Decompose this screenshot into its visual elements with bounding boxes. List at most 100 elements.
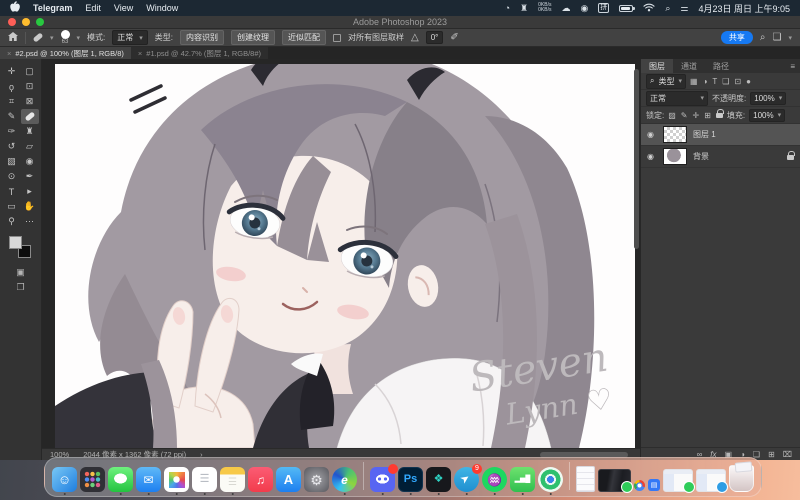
foreground-color-swatch[interactable] <box>9 236 22 249</box>
filter-pin-icon[interactable]: ● <box>746 77 751 86</box>
record-icon[interactable]: ◉ <box>580 3 588 14</box>
menu-app-name[interactable]: Telegram <box>33 3 72 13</box>
fill-dropdown[interactable]: 100% ▾ <box>749 109 785 122</box>
brush-picker-chevron-icon[interactable]: ▾ <box>77 34 81 42</box>
blend-mode-dropdown[interactable]: 正常 ▾ <box>646 91 708 106</box>
lock-transparency-icon[interactable]: ▨ <box>668 111 676 120</box>
dock-finder[interactable]: ☺ <box>52 467 77 492</box>
quick-mask-icon[interactable]: ▣ <box>16 267 25 278</box>
layer-row-layer1[interactable]: ◉ 图层 1 <box>641 124 800 146</box>
layer-thumbnail[interactable] <box>663 126 687 143</box>
battery-icon[interactable] <box>619 5 633 12</box>
move-tool[interactable]: ✛ <box>3 64 21 79</box>
dock-launchpad[interactable] <box>80 467 105 492</box>
tab-paths[interactable]: 路径 <box>705 59 737 73</box>
shape-tool[interactable]: ▭ <box>3 199 21 214</box>
mode-dropdown[interactable]: 正常 ▾ <box>112 30 148 45</box>
filter-kind-dropdown[interactable]: ⌕ 类型 ▾ <box>646 74 686 89</box>
lock-move-icon[interactable]: ✛ <box>693 111 700 120</box>
panel-menu-icon[interactable]: ≡ <box>790 59 800 73</box>
canvas-area[interactable]: Steven Lynn ♡ <box>42 59 640 448</box>
dock-green-circle-app[interactable] <box>538 467 563 492</box>
object-selection-tool[interactable]: ⊡ <box>21 79 39 94</box>
dock-blue-mini[interactable]: ▤ <box>648 479 660 492</box>
network-speed-indicator[interactable]: 0KB/s 0KB/s <box>538 3 551 13</box>
delete-layer-icon[interactable]: ⌧ <box>783 450 792 459</box>
tool-preset-chevron-icon[interactable]: ▾ <box>50 34 54 42</box>
filter-shape-layers-icon[interactable]: ❑ <box>722 77 729 86</box>
lock-artboard-icon[interactable]: ⊞ <box>704 111 711 120</box>
dock-app-store[interactable]: A <box>276 467 301 492</box>
home-icon[interactable] <box>8 32 18 44</box>
lock-all-icon[interactable] <box>716 110 723 120</box>
gradient-tool[interactable]: ▧ <box>3 154 21 169</box>
dock-discord[interactable] <box>370 467 395 492</box>
eraser-tool[interactable]: ▱ <box>21 139 39 154</box>
pen-tool[interactable]: ✒ <box>21 169 39 184</box>
path-selection-tool[interactable]: ▸ <box>21 184 39 199</box>
document-tab-inactive[interactable]: × #1.psd @ 42.7% (图层 1, RGB/8#) <box>131 47 268 59</box>
dock-trash[interactable] <box>729 465 754 492</box>
crop-tool[interactable]: ⌗ <box>3 94 21 109</box>
lasso-tool[interactable]: ϙ <box>3 79 21 94</box>
layer-name[interactable]: 背景 <box>693 151 709 162</box>
layer-row-background[interactable]: ◉ 背景 <box>641 146 800 168</box>
content-aware-button[interactable]: 内容识别 <box>180 30 224 45</box>
spot-healing-brush-tool[interactable] <box>21 109 39 124</box>
vertical-scrollbar[interactable] <box>634 69 639 249</box>
layer-name[interactable]: 图层 1 <box>693 129 716 140</box>
brush-size-preview[interactable]: 63 <box>61 30 70 45</box>
menu-window[interactable]: Window <box>146 3 178 13</box>
dock-chrome-mini[interactable] <box>634 480 645 492</box>
angle-input[interactable]: 0° <box>426 31 444 44</box>
search-icon[interactable]: ⌕ <box>760 32 766 43</box>
filter-smart-objects-icon[interactable]: ⊡ <box>734 77 741 86</box>
tab-close-icon[interactable]: × <box>7 49 11 58</box>
document-tab-active[interactable]: × #2.psd @ 100% (图层 1, RGB/8) <box>0 47 131 59</box>
dock-image-preview[interactable] <box>598 469 631 492</box>
dock-dark-teal-app[interactable]: ❖ <box>426 467 451 492</box>
frame-tool[interactable]: ⊠ <box>21 94 39 109</box>
opacity-dropdown[interactable]: 100% ▾ <box>750 92 786 105</box>
dock-music[interactable]: ♫ <box>248 467 273 492</box>
eyedropper-tool[interactable]: ✎ <box>3 109 21 124</box>
menu-view[interactable]: View <box>114 3 133 13</box>
vpn-status-icon[interactable]: ♜ <box>520 3 528 14</box>
history-brush-tool[interactable]: ↺ <box>3 139 21 154</box>
pressure-icon[interactable]: ✐ <box>450 32 458 43</box>
dock-window-preview-1[interactable] <box>663 469 693 492</box>
dock-system-settings[interactable]: ⚙ <box>304 467 329 492</box>
clone-stamp-tool[interactable]: ♜ <box>21 124 39 139</box>
layer-thumbnail[interactable] <box>663 148 687 165</box>
sample-all-layers-checkbox[interactable] <box>333 34 341 42</box>
filter-adjustment-layers-icon[interactable]: ◑ <box>703 77 708 86</box>
tool-preset-icon[interactable] <box>33 32 43 43</box>
filter-pixel-layers-icon[interactable]: ▦ <box>690 77 698 86</box>
spotlight-search-icon[interactable]: ⌕ <box>665 3 670 14</box>
gauge-status-icon[interactable]: ◔ <box>505 3 510 13</box>
dock-reminders[interactable]: ☰ <box>192 467 217 492</box>
zoom-tool[interactable]: ⚲ <box>3 214 21 229</box>
hand-tool[interactable]: ✋ <box>21 199 39 214</box>
visibility-eye-icon[interactable]: ◉ <box>647 152 657 161</box>
document-canvas[interactable]: Steven Lynn ♡ <box>55 64 635 448</box>
menu-bar-clock[interactable]: 4月23日 周日 上午9:05 <box>698 2 790 15</box>
cloud-icon[interactable]: ☁ <box>561 3 570 14</box>
lock-paint-icon[interactable]: ✎ <box>681 111 688 120</box>
tab-layers[interactable]: 图层 <box>641 59 673 73</box>
workspace-switcher-icon[interactable]: ❏ <box>773 32 782 43</box>
screen-mode-icon[interactable]: ❐ <box>16 282 25 293</box>
apple-menu-icon[interactable] <box>10 1 20 15</box>
dock-photos[interactable] <box>164 467 189 492</box>
tab-close-icon[interactable]: × <box>138 49 142 58</box>
dock-green-bars-app[interactable]: ▂▅█ <box>510 467 535 492</box>
more-tools[interactable]: ⋯ <box>21 214 39 229</box>
dock-spotify[interactable]: ♒ <box>482 467 507 492</box>
share-button[interactable]: 共享 <box>721 31 753 44</box>
dock-documents-stack[interactable] <box>576 466 595 492</box>
dock-photoshop[interactable]: Ps <box>398 467 423 492</box>
blur-tool[interactable]: ◉ <box>21 154 39 169</box>
new-layer-icon[interactable]: ⊞ <box>768 450 775 459</box>
menu-edit[interactable]: Edit <box>85 3 101 13</box>
type-tool[interactable]: T <box>3 184 21 199</box>
